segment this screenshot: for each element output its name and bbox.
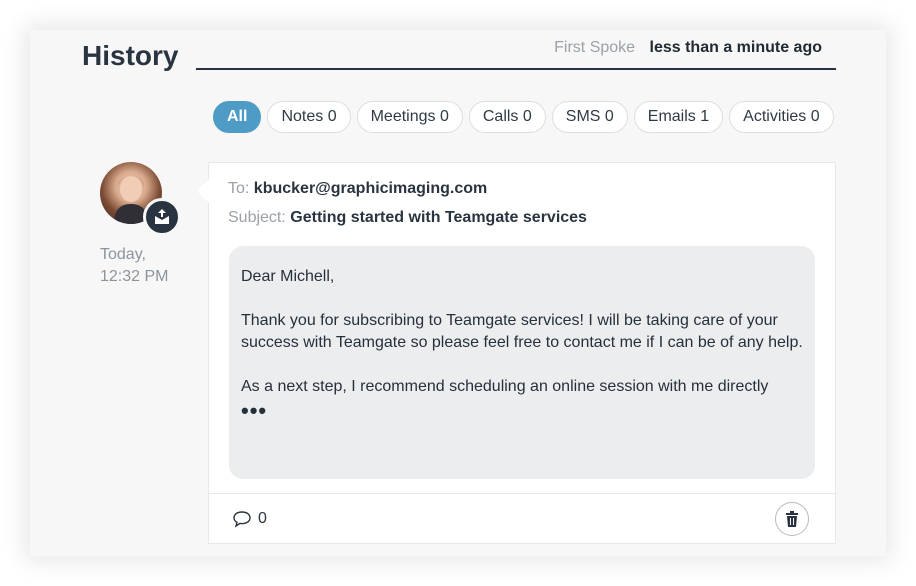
filter-tabs: All Notes 0 Meetings 0 Calls 0 SMS 0 Ema…: [213, 101, 834, 133]
first-spoke-label: First Spoke: [554, 39, 636, 56]
expand-more-button[interactable]: •••: [241, 400, 803, 422]
to-address[interactable]: kbucker@graphicimaging.com: [254, 180, 487, 197]
email-subject: Subject: Getting started with Teamgate s…: [228, 209, 587, 227]
email-greeting: Dear Michell,: [241, 268, 335, 285]
entry-footer: 0: [209, 493, 835, 544]
header-divider: [196, 68, 836, 70]
filter-calls[interactable]: Calls 0: [468, 101, 546, 133]
filter-notes[interactable]: Notes 0: [267, 101, 351, 133]
trash-icon: [786, 511, 798, 527]
first-spoke-value: less than a minute ago: [649, 39, 822, 56]
subject-text: Getting started with Teamgate services: [290, 209, 587, 226]
filter-sms[interactable]: SMS 0: [551, 101, 628, 133]
entry-day: Today,: [100, 246, 146, 263]
entry-timestamp: Today, 12:32 PM: [100, 244, 200, 288]
filter-meetings[interactable]: Meetings 0: [356, 101, 463, 133]
history-panel: History First Spoke less than a minute a…: [30, 30, 886, 556]
comments-button[interactable]: 0: [232, 510, 267, 528]
subject-label: Subject:: [228, 209, 286, 226]
email-body[interactable]: Dear Michell, Thank you for subscribing …: [229, 246, 815, 479]
first-spoke: First Spoke less than a minute ago: [554, 39, 822, 57]
filter-all[interactable]: All: [213, 101, 262, 133]
delete-button[interactable]: [775, 502, 809, 536]
page-title: History: [82, 40, 179, 71]
email-to: To: kbucker@graphicimaging.com: [228, 180, 487, 198]
comment-icon: [233, 511, 251, 528]
email-paragraph-1: Thank you for subscribing to Teamgate se…: [241, 312, 803, 351]
email-paragraph-2: As a next step, I recommend scheduling a…: [241, 378, 769, 395]
filter-activities[interactable]: Activities 0: [729, 101, 834, 133]
comment-count: 0: [258, 510, 267, 527]
email-sent-icon: [143, 198, 181, 236]
email-entry-card: To: kbucker@graphicimaging.com Subject: …: [197, 162, 836, 544]
to-label: To:: [228, 180, 250, 197]
entry-time: 12:32 PM: [100, 268, 169, 285]
filter-emails[interactable]: Emails 1: [633, 101, 724, 133]
